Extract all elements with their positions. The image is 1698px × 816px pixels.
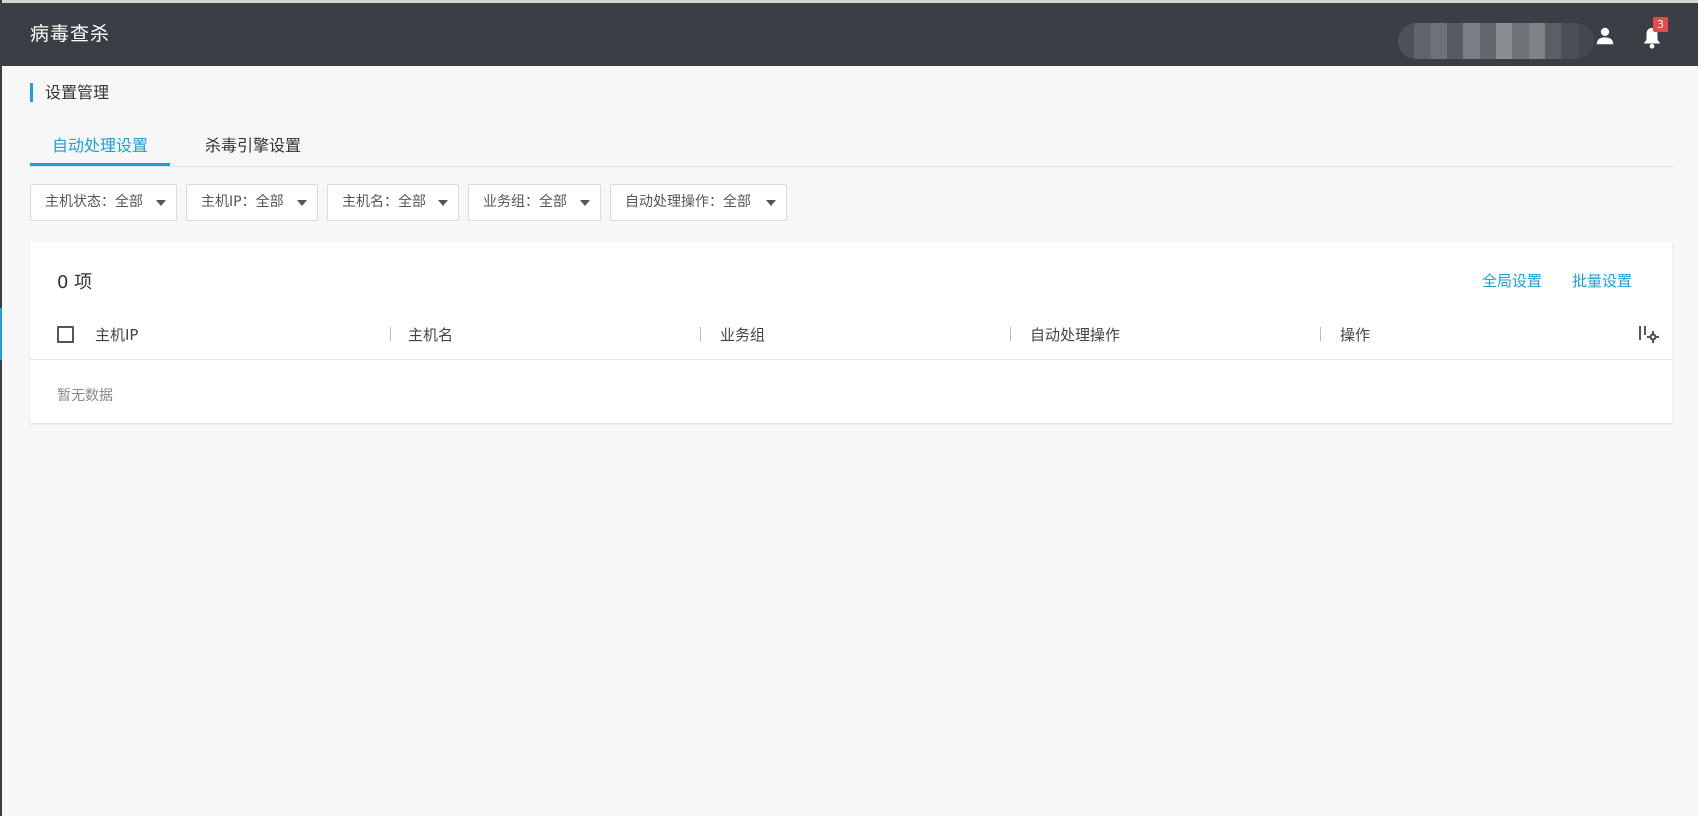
column-header-host-name[interactable]: 主机名 — [408, 324, 453, 345]
caret-down-icon — [438, 200, 448, 206]
caret-down-icon — [580, 200, 590, 206]
global-settings-link[interactable]: 全局设置 — [1482, 270, 1542, 291]
notification-button[interactable]: 3 — [1638, 17, 1668, 53]
result-count: 0 项 — [57, 272, 93, 293]
filter-auto-action[interactable]: 自动处理操作：全部 — [610, 184, 787, 221]
column-divider — [390, 327, 391, 341]
tab-antivirus-engine-settings[interactable]: 杀毒引擎设置 — [192, 130, 314, 166]
settings-tabs: 自动处理设置 杀毒引擎设置 — [30, 130, 1673, 167]
caret-down-icon — [156, 200, 166, 206]
column-header-business-group[interactable]: 业务组 — [720, 324, 765, 345]
filter-business-group-label: 业务组：全部 — [483, 194, 567, 210]
column-divider — [1320, 327, 1321, 341]
column-divider — [1010, 327, 1011, 341]
column-header-operation[interactable]: 操作 — [1340, 324, 1370, 345]
tab-auto-handle-settings[interactable]: 自动处理设置 — [30, 130, 170, 166]
caret-down-icon — [766, 200, 776, 206]
filter-host-ip[interactable]: 主机IP：全部 — [186, 184, 318, 221]
column-header-auto-action[interactable]: 自动处理操作 — [1030, 324, 1120, 345]
left-edge-bar — [0, 0, 2, 816]
filter-auto-action-label: 自动处理操作：全部 — [625, 194, 751, 210]
filter-host-status[interactable]: 主机状态：全部 — [30, 184, 177, 221]
top-bar: 病毒查杀 3 — [2, 0, 1698, 66]
column-header-host-ip[interactable]: 主机IP — [95, 324, 138, 345]
empty-state-text: 暂无数据 — [57, 388, 113, 404]
user-name-redacted — [1398, 23, 1594, 59]
app-title: 病毒查杀 — [30, 23, 111, 45]
column-settings-icon[interactable] — [1638, 324, 1660, 344]
caret-down-icon — [297, 200, 307, 206]
table-header: 主机IP 主机名 业务组 自动处理操作 操作 — [30, 306, 1672, 360]
batch-settings-link[interactable]: 批量设置 — [1572, 270, 1632, 291]
filter-host-ip-label: 主机IP：全部 — [201, 194, 284, 210]
filter-host-name-label: 主机名：全部 — [342, 194, 426, 210]
user-icon[interactable] — [1594, 25, 1616, 47]
column-divider — [700, 327, 701, 341]
notification-badge: 3 — [1653, 17, 1668, 32]
select-all-checkbox[interactable] — [57, 326, 74, 343]
section-title: 设置管理 — [30, 83, 109, 102]
filter-host-name[interactable]: 主机名：全部 — [327, 184, 459, 221]
filter-business-group[interactable]: 业务组：全部 — [468, 184, 601, 221]
host-table-panel: 0 项 全局设置 批量设置 主机IP 主机名 业务组 自动处理操作 操作 暂无数… — [30, 242, 1672, 423]
left-edge-indicator — [0, 308, 2, 360]
filter-host-status-label: 主机状态：全部 — [45, 194, 143, 210]
